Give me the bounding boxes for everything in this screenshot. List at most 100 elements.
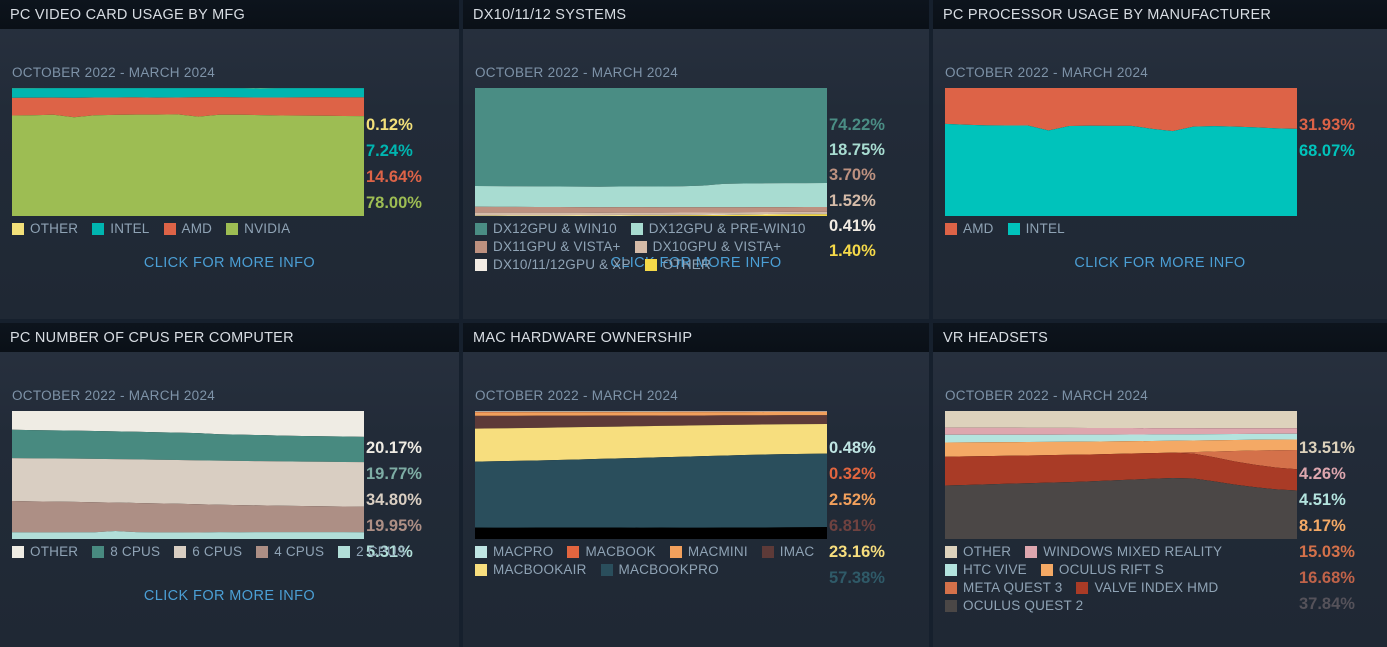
legend-label: 8 CPUS <box>110 544 161 559</box>
series-value-label: 4.26% <box>1299 465 1346 483</box>
legend-item[interactable]: 2 CPUS <box>338 544 406 559</box>
click-for-more-info-link[interactable]: CLICK FOR MORE INFO <box>933 255 1387 271</box>
legend-label: OTHER <box>963 544 1012 559</box>
series-value-label: 31.93% <box>1299 116 1355 134</box>
chart-container[interactable] <box>12 88 364 216</box>
legend-item[interactable]: MACPRO <box>475 544 553 559</box>
legend-item[interactable]: 8 CPUS <box>92 544 160 559</box>
stacked-area-chart <box>945 88 1297 216</box>
legend-item[interactable]: NVIDIA <box>226 221 290 236</box>
legend-color-swatch-icon <box>1025 545 1038 558</box>
area-band-oculus-quest-2 <box>945 477 1297 539</box>
series-value-label: 20.17% <box>366 439 422 457</box>
legend-label: INTEL <box>1025 221 1065 236</box>
panel-vr-headsets[interactable]: VR HEADSETS OCTOBER 2022 - MARCH 2024 13.5… <box>933 323 1387 647</box>
series-value-label: 74.22% <box>829 116 885 134</box>
legend-item[interactable]: DX10GPU & VISTA+ <box>634 239 782 254</box>
area-band-6-cpus <box>12 458 364 507</box>
legend-label: DX12GPU & PRE-WIN10 <box>648 221 806 236</box>
panel-dx10-11-12-systems[interactable]: DX10/11/12 SYSTEMS OCTOBER 2022 - MARCH 2… <box>463 0 933 323</box>
series-value-label: 78.00% <box>366 194 422 212</box>
panel-pc-video-card-usage-by-mfg[interactable]: PC VIDEO CARD USAGE BY MFG OCTOBER 2022 -… <box>0 0 463 323</box>
legend-label: MACPRO <box>493 544 554 559</box>
chart-container[interactable] <box>12 411 364 539</box>
legend-color-swatch-icon <box>92 545 105 558</box>
legend-item[interactable]: IMAC <box>761 544 815 559</box>
legend-item[interactable]: OTHER <box>12 544 78 559</box>
chart-container[interactable] <box>945 411 1297 539</box>
legend-item[interactable]: META QUEST 3 <box>945 580 1062 595</box>
legend-item[interactable]: OTHER <box>945 544 1011 559</box>
chart-container[interactable] <box>475 88 827 216</box>
panel-header: DX10/11/12 SYSTEMS <box>463 0 929 29</box>
legend-label: VALVE INDEX HMD <box>1094 580 1219 595</box>
area-band-macbookpro <box>475 453 827 528</box>
legend-label: DX11GPU & VISTA+ <box>493 239 621 254</box>
click-for-more-info-link[interactable]: CLICK FOR MORE INFO <box>0 255 459 271</box>
legend-color-swatch-icon <box>945 563 957 576</box>
legend-label: NVIDIA <box>244 221 291 236</box>
legend-item[interactable]: MACBOOKPRO <box>600 562 719 577</box>
legend-item[interactable]: AMD <box>163 221 213 236</box>
legend-item[interactable]: MACBOOK <box>567 544 656 559</box>
legend-item[interactable]: DX12GPU & PRE-WIN10 <box>630 221 806 236</box>
legend-item[interactable]: 6 CPUS <box>174 544 242 559</box>
stacked-area-chart <box>12 411 364 539</box>
legend-item[interactable]: INTEL <box>92 221 149 236</box>
legend-item[interactable]: INTEL <box>1007 221 1065 236</box>
panel-title: PC PROCESSOR USAGE BY MANUFACTURER <box>943 6 1272 23</box>
legend-item[interactable]: HTC VIVE <box>945 562 1027 577</box>
legend-item[interactable]: MACMINI <box>669 544 748 559</box>
legend-color-swatch-icon <box>92 222 105 235</box>
legend-color-swatch-icon <box>1076 581 1089 594</box>
area-band-dx11gpu-vista- <box>475 206 827 213</box>
panel-mac-hardware-ownership[interactable]: MAC HARDWARE OWNERSHIP OCTOBER 2022 - MAR… <box>463 323 933 647</box>
series-value-label: 14.64% <box>366 168 422 186</box>
panel-header: PC PROCESSOR USAGE BY MANUFACTURER <box>933 0 1387 29</box>
panel-title: PC VIDEO CARD USAGE BY MFG <box>10 6 246 23</box>
legend-label: WINDOWS MIXED REALITY <box>1043 544 1223 559</box>
legend-color-swatch-icon <box>945 545 957 558</box>
legend-item[interactable]: VALVE INDEX HMD <box>1076 580 1218 595</box>
legend-label: AMD <box>181 221 213 236</box>
legend-label: OTHER <box>662 257 711 272</box>
series-value-label: 0.48% <box>829 439 876 457</box>
legend-item[interactable]: 4 CPUS <box>256 544 324 559</box>
stacked-area-chart <box>475 411 827 539</box>
stacked-area-chart <box>475 88 827 216</box>
click-for-more-info-link[interactable]: CLICK FOR MORE INFO <box>0 588 459 604</box>
legend-color-swatch-icon <box>475 258 487 271</box>
legend-item[interactable]: OCULUS QUEST 2 <box>945 598 1083 613</box>
chart-container[interactable] <box>475 411 827 539</box>
legend-color-swatch-icon <box>174 545 187 558</box>
legend-item[interactable]: MACBOOKAIR <box>475 562 587 577</box>
legend-color-swatch-icon <box>644 258 657 271</box>
area-band-amd <box>945 88 1297 132</box>
legend-item[interactable]: DX12GPU & WIN10 <box>475 221 617 236</box>
series-value-label: 16.68% <box>1299 569 1355 587</box>
series-value-label: 3.70% <box>829 166 876 185</box>
legend-color-swatch-icon <box>12 545 24 558</box>
legend-color-swatch-icon <box>163 222 176 235</box>
chart-legend: OTHER 8 CPUS 6 CPUS 4 CPUS 2 CPUS <box>12 544 442 562</box>
legend-item[interactable]: AMD <box>945 221 994 236</box>
legend-label: IMAC <box>779 544 815 559</box>
legend-item[interactable]: OTHER <box>644 257 711 272</box>
legend-color-swatch-icon <box>475 240 487 253</box>
area-band-amd <box>12 97 364 118</box>
legend-label: MACMINI <box>687 544 748 559</box>
date-range-label: OCTOBER 2022 - MARCH 2024 <box>12 65 216 80</box>
date-range-label: OCTOBER 2022 - MARCH 2024 <box>475 388 679 403</box>
panel-pc-number-of-cpus-per-computer[interactable]: PC NUMBER OF CPUS PER COMPUTER OCTOBER 20… <box>0 323 463 647</box>
legend-color-swatch-icon <box>945 222 957 235</box>
legend-item[interactable]: OCULUS RIFT S <box>1040 562 1164 577</box>
series-value-label: 0.12% <box>366 116 413 134</box>
legend-item[interactable]: DX10/11/12GPU & XP <box>475 257 631 272</box>
legend-item[interactable]: OTHER <box>12 221 78 236</box>
chart-container[interactable] <box>945 88 1297 216</box>
date-range-label: OCTOBER 2022 - MARCH 2024 <box>12 388 216 403</box>
panel-pc-processor-usage-by-manufacturer[interactable]: PC PROCESSOR USAGE BY MANUFACTURER OCTOBE… <box>933 0 1387 323</box>
legend-item[interactable]: WINDOWS MIXED REALITY <box>1025 544 1222 559</box>
legend-item[interactable]: DX11GPU & VISTA+ <box>475 239 621 254</box>
panel-title: MAC HARDWARE OWNERSHIP <box>473 329 693 346</box>
